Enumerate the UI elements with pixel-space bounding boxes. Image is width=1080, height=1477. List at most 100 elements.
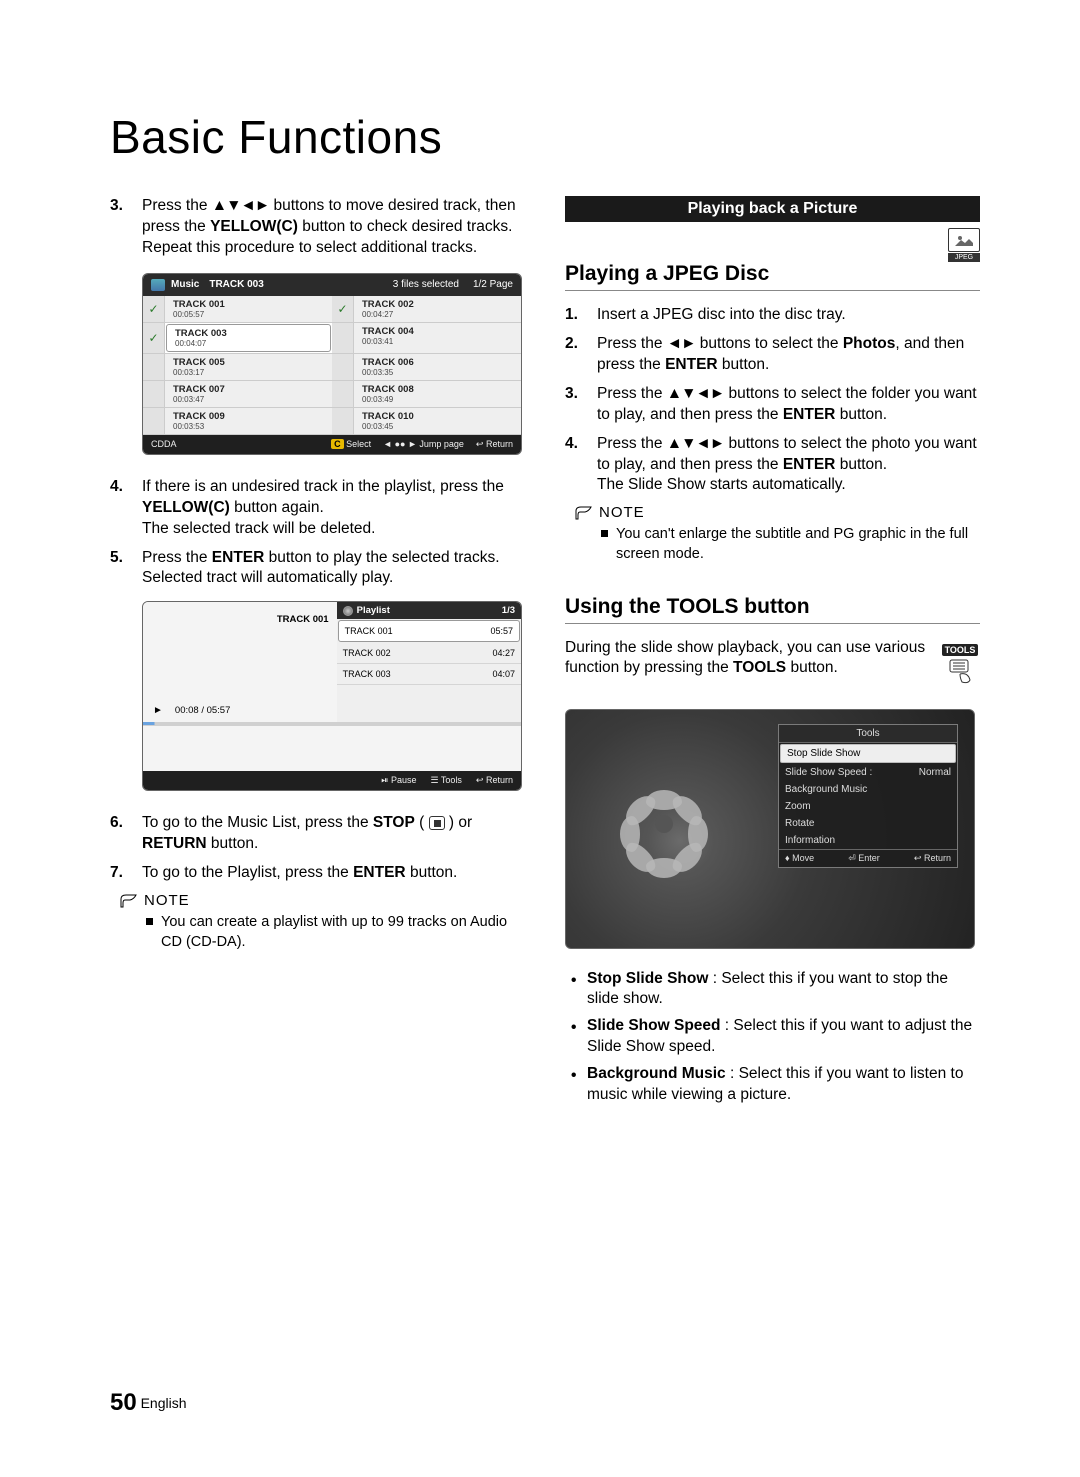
page-indicator: 1/2 Page bbox=[473, 279, 513, 290]
text: button. bbox=[406, 864, 458, 881]
track-duration: 00:04:07 bbox=[175, 339, 322, 348]
track-duration: 00:03:45 bbox=[362, 422, 513, 431]
enter-hint: ⏎ Enter bbox=[848, 853, 880, 864]
track-cell: TRACK 00500:03:17 bbox=[143, 354, 332, 381]
text: Press the bbox=[142, 197, 212, 214]
track-cell: TRACK 00900:03:53 bbox=[143, 408, 332, 435]
step-number: 5. bbox=[110, 548, 132, 590]
checkmark-icon: ✓ bbox=[143, 296, 165, 322]
pl-track-dur: 04:07 bbox=[492, 669, 515, 679]
pause-label: Pause bbox=[391, 775, 417, 785]
bullet-item: •Background Music : Select this if you w… bbox=[571, 1064, 980, 1106]
return-hint: ↩ Return bbox=[914, 853, 951, 864]
text: button. bbox=[786, 659, 838, 676]
step-text: Insert a JPEG disc into the disc tray. bbox=[597, 305, 980, 326]
enter-label: ENTER bbox=[783, 406, 836, 423]
r-step-2: 2. Press the ◄► buttons to select the Ph… bbox=[565, 334, 980, 376]
text: ( bbox=[415, 814, 429, 831]
bullet-icon bbox=[146, 918, 153, 925]
step-text: Press the ENTER button to play the selec… bbox=[142, 548, 525, 590]
track-cell: ✓TRACK 00300:04:07 bbox=[143, 323, 332, 354]
jump-label: Jump page bbox=[419, 439, 464, 449]
jpeg-badge: JPEG bbox=[940, 228, 980, 262]
checkmark-icon: ✓ bbox=[143, 323, 165, 353]
bullet-dot-icon: • bbox=[571, 971, 579, 1011]
step-text: To go to the Playlist, press the ENTER b… bbox=[142, 863, 525, 884]
text: To go to the Playlist, press the bbox=[142, 864, 353, 881]
music-panel-header: Music TRACK 003 3 files selected 1/2 Pag… bbox=[143, 274, 521, 296]
track-grid: ✓TRACK 00100:05:57✓TRACK 00200:04:27✓TRA… bbox=[143, 296, 521, 435]
text: button. bbox=[835, 456, 887, 473]
enter-label: ENTER bbox=[212, 549, 265, 566]
text: button. bbox=[207, 835, 259, 852]
step-number: 6. bbox=[110, 813, 132, 855]
music-list-panel: Music TRACK 003 3 files selected 1/2 Pag… bbox=[142, 273, 522, 455]
pl-track-name: TRACK 001 bbox=[345, 626, 393, 636]
text: ) or bbox=[445, 814, 473, 831]
note-item: You can create a playlist with up to 99 … bbox=[146, 913, 525, 952]
select-label: Select bbox=[346, 439, 371, 449]
tm-item-label: Zoom bbox=[785, 801, 811, 812]
note-label: NOTE bbox=[599, 504, 645, 521]
step-number: 7. bbox=[110, 863, 132, 884]
track-cell: TRACK 00800:03:49 bbox=[332, 381, 521, 408]
step-text: Press the ▲▼◄► buttons to select the pho… bbox=[597, 434, 980, 497]
track-duration: 00:03:47 bbox=[173, 395, 324, 404]
album-art-placeholder bbox=[143, 625, 337, 701]
tm-item-label: Background Music bbox=[785, 784, 867, 795]
text: Press the bbox=[142, 549, 212, 566]
track-name: TRACK 008 bbox=[362, 384, 513, 395]
checkmark-icon: ✓ bbox=[332, 296, 354, 322]
pause-icon: ⏯ bbox=[381, 775, 388, 785]
bullet-text: Slide Show Speed : Select this if you wa… bbox=[587, 1016, 980, 1058]
tools-menu-item: Background Music bbox=[779, 781, 957, 798]
text: Press the bbox=[597, 335, 667, 352]
step-subtext: Repeat this procedure to select addition… bbox=[142, 238, 525, 259]
playlist-row: TRACK 00105:57 bbox=[338, 620, 520, 642]
step-text: If there is an undesired track in the pl… bbox=[142, 477, 525, 540]
step-number: 4. bbox=[565, 434, 587, 497]
checkmark-icon bbox=[143, 408, 165, 434]
left-column: 3. Press the ▲▼◄► buttons to move desire… bbox=[110, 196, 525, 1112]
heading-playing-jpeg: Playing a JPEG Disc bbox=[565, 262, 980, 291]
jump-icon: ◄ ●● ► bbox=[383, 439, 417, 449]
playback-time: 00:08 / 05:57 bbox=[175, 705, 230, 716]
playlist-page: 1/3 bbox=[502, 605, 515, 616]
tm-item-label: Stop Slide Show bbox=[787, 748, 860, 759]
bullet-dot-icon: • bbox=[571, 1066, 579, 1106]
text: If there is an undesired track in the pl… bbox=[142, 478, 504, 495]
page-number: 50 bbox=[110, 1389, 137, 1416]
text: button to play the selected tracks. bbox=[264, 549, 499, 566]
note-item: You can't enlarge the subtitle and PG gr… bbox=[601, 525, 980, 564]
text: button again. bbox=[230, 499, 324, 516]
music-panel-footer: CDDA C Select ◄ ●● ► Jump page ↩ Return bbox=[143, 435, 521, 454]
checkmark-icon bbox=[332, 323, 354, 353]
step-subtext: The Slide Show starts automatically. bbox=[597, 475, 980, 496]
text: buttons to select the bbox=[695, 335, 842, 352]
pl-track-dur: 04:27 bbox=[492, 648, 515, 658]
enter-label: ENTER bbox=[353, 864, 406, 881]
tools-menu-item: Stop Slide Show bbox=[780, 744, 956, 763]
text: Press the bbox=[597, 435, 667, 452]
flower-image bbox=[619, 779, 709, 869]
tm-item-value: Normal bbox=[919, 767, 951, 778]
step-subtext: Selected tract will automatically play. bbox=[142, 568, 525, 589]
text: To go to the Music List, press the bbox=[142, 814, 373, 831]
track-duration: 00:03:53 bbox=[173, 422, 324, 431]
track-duration: 00:04:27 bbox=[362, 310, 513, 319]
tools-label: Tools bbox=[441, 775, 462, 785]
playlist-row: TRACK 00204:27 bbox=[337, 643, 521, 664]
now-playing-track: TRACK 001 bbox=[143, 602, 337, 625]
return-icon: ↩ bbox=[476, 439, 484, 449]
text: button. bbox=[835, 406, 887, 423]
step-number: 2. bbox=[565, 334, 587, 376]
track-cell: TRACK 00600:03:35 bbox=[332, 354, 521, 381]
tools-paragraph: During the slide show playback, you can … bbox=[565, 638, 980, 680]
page-footer: 50 English bbox=[110, 1389, 187, 1417]
stop-label: STOP bbox=[373, 814, 415, 831]
track-cell: TRACK 01000:03:45 bbox=[332, 408, 521, 435]
track-name: TRACK 002 bbox=[362, 299, 513, 310]
enter-label: ENTER bbox=[665, 356, 718, 373]
page-title: Basic Functions bbox=[110, 110, 980, 164]
tools-label: TOOLS bbox=[733, 659, 786, 676]
